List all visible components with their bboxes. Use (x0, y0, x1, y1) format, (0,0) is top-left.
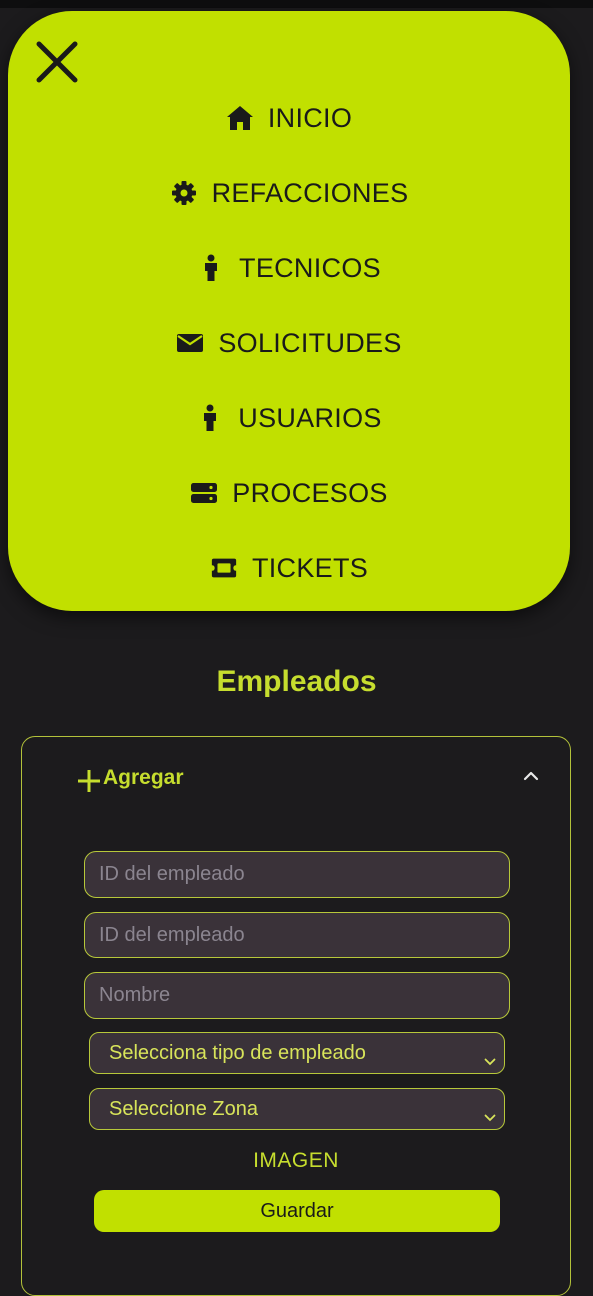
menu-item-solicitudes[interactable]: SOLICITUDES (8, 323, 570, 363)
menu-item-label: TICKETS (251, 552, 369, 583)
menu-item-inicio[interactable]: INICIO (8, 98, 570, 138)
menu-item-label: USUARIOS (238, 402, 382, 433)
employee-id-input-2[interactable] (84, 912, 510, 958)
person-icon (197, 254, 225, 282)
add-toggle-button[interactable]: Agregar (76, 765, 184, 794)
ticket-icon (210, 554, 238, 582)
server-icon (190, 479, 218, 507)
person-icon (196, 404, 224, 432)
menu-item-procesos[interactable]: PROCESOS (8, 473, 570, 513)
chevron-down-icon (484, 1049, 496, 1066)
employee-type-select[interactable]: Selecciona tipo de empleado (89, 1032, 505, 1074)
plus-icon (76, 768, 102, 794)
gear-icon (170, 179, 198, 207)
menu-item-refacciones[interactable]: REFACCIONES (8, 173, 570, 213)
save-button[interactable]: Guardar (94, 1190, 500, 1232)
nav-menu: INICIO REFACCIONES TECNICOS SOLICITUDES … (8, 11, 570, 611)
employee-type-select-value: Selecciona tipo de empleado (109, 1041, 366, 1064)
add-toggle-label: Agregar (103, 766, 184, 789)
home-icon (226, 104, 254, 132)
zone-select[interactable]: Seleccione Zona (89, 1088, 505, 1130)
page-title: Empleados (216, 665, 377, 698)
menu-item-tecnicos[interactable]: TECNICOS (8, 248, 570, 288)
menu-item-label: REFACCIONES (211, 177, 409, 208)
employee-id-input[interactable] (84, 851, 510, 898)
status-bar (0, 0, 593, 8)
chevron-down-icon (484, 1105, 496, 1122)
image-label[interactable]: IMAGEN (22, 1149, 570, 1173)
zone-select-value: Seleccione Zona (109, 1097, 258, 1120)
menu-item-tickets[interactable]: TICKETS (8, 548, 570, 588)
menu-item-usuarios[interactable]: USUARIOS (8, 398, 570, 438)
envelope-icon (176, 329, 204, 357)
name-input[interactable] (84, 972, 510, 1019)
menu-item-label: PROCESOS (232, 477, 388, 508)
menu-item-label: TECNICOS (239, 252, 381, 283)
menu-item-label: SOLICITUDES (218, 327, 402, 358)
add-employee-card: Agregar Selecciona tipo de empleado Sele… (21, 736, 571, 1296)
menu-item-label: INICIO (267, 102, 353, 133)
close-icon[interactable] (34, 39, 80, 85)
chevron-up-icon[interactable] (522, 769, 540, 783)
